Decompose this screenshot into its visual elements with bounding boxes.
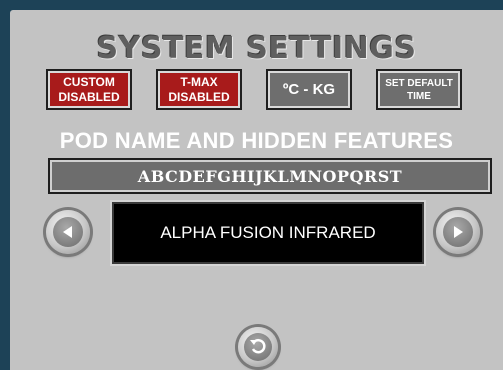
next-button[interactable] — [436, 210, 480, 254]
set-default-time-label: SET DEFAULT TIME — [385, 77, 453, 102]
custom-button-label: CUSTOM DISABLED — [58, 74, 120, 104]
set-default-time-button[interactable]: SET DEFAULT TIME — [376, 69, 462, 110]
tmax-button-label: T-MAX DISABLED — [168, 74, 230, 104]
tmax-disabled-button[interactable]: T-MAX DISABLED — [156, 69, 242, 110]
custom-disabled-button[interactable]: CUSTOM DISABLED — [46, 69, 132, 110]
pod-name-display: ALPHA FUSION INFRARED — [112, 202, 424, 264]
section-heading: POD NAME AND HIDDEN FEATURES — [59, 128, 454, 153]
hidden-features-code-field[interactable]: ABCDEFGHIJKLMNOPQRST — [48, 158, 492, 194]
chevron-right-icon — [454, 226, 463, 238]
pod-name-value: ALPHA FUSION INFRARED — [160, 223, 376, 242]
return-icon — [250, 338, 266, 354]
settings-panel: SYSTEM SETTINGS CUSTOM DISABLED T-MAX DI… — [10, 10, 503, 370]
units-toggle-button[interactable]: ºC - KG — [266, 69, 352, 110]
chevron-left-icon — [63, 226, 72, 238]
units-button-label: ºC - KG — [282, 81, 336, 98]
page-title: SYSTEM SETTINGS — [96, 31, 417, 66]
back-button[interactable] — [238, 327, 278, 367]
previous-button[interactable] — [46, 210, 90, 254]
code-field-value: ABCDEFGHIJKLMNOPQRST — [137, 166, 403, 186]
